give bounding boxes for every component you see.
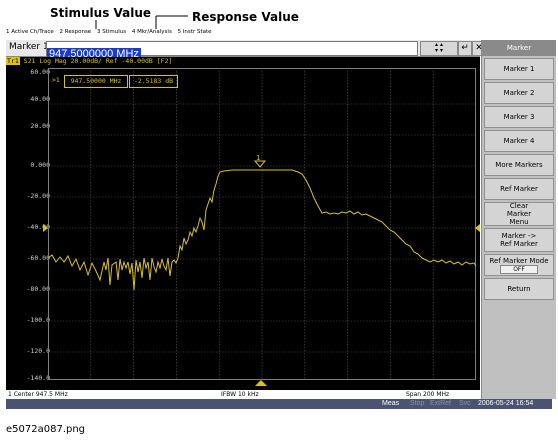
- softkey-label: Ref Marker Mode: [489, 256, 549, 265]
- center-marker-icon: [255, 380, 267, 386]
- softkey-label: Return: [507, 285, 531, 293]
- grid: [48, 68, 476, 380]
- marker-stimulus-readout: 947.50000 MHz: [64, 75, 128, 88]
- status-datetime: 2006-05-24 16:54: [478, 400, 534, 407]
- softkey-label: More Markers: [495, 161, 543, 169]
- softkey-label: Clear Marker Menu: [506, 202, 532, 226]
- span: Span 200 MHz: [406, 391, 450, 398]
- status-svc: Svc: [459, 400, 471, 407]
- softkey-ref-marker-mode[interactable]: Ref Marker Mode OFF: [484, 254, 554, 276]
- softkey-marker-2[interactable]: Marker 2: [484, 82, 554, 104]
- status-bar: Meas Stop ExtRef Svc 2006-05-24 16:54: [6, 399, 552, 409]
- softkey-label: Ref Marker: [500, 185, 538, 193]
- softkey-marker-to-ref[interactable]: Marker -> Ref Marker: [484, 228, 554, 252]
- softkey-label: Marker -> Ref Marker: [500, 232, 538, 248]
- softkey-label: Marker 3: [503, 113, 535, 121]
- softkey-value: OFF: [500, 264, 538, 274]
- softkey-clear-marker-menu[interactable]: Clear Marker Menu: [484, 202, 554, 226]
- bottom-info-bar: 1 Center 947.5 MHz IFBW 10 kHz Span 200 …: [6, 390, 480, 399]
- softkey-marker-1[interactable]: Marker 1: [484, 58, 554, 80]
- softkey-panel: Marker Marker 1 Marker 2 Marker 3 Marker…: [481, 40, 556, 399]
- marker-prefix: >1: [52, 76, 60, 84]
- status-meas: Meas: [382, 400, 400, 407]
- ifbw: IFBW 10 kHz: [221, 391, 259, 398]
- marker-response-readout: -2.5183 dB: [129, 75, 178, 88]
- softkey-label: Marker 1: [503, 65, 535, 73]
- status-stop: Stop: [410, 400, 425, 407]
- softkey-title: Marker: [482, 40, 556, 56]
- softkey-label: Marker 4: [503, 137, 535, 145]
- ref-level-left-icon: [43, 224, 48, 232]
- image-caption: e5072a087.png: [6, 424, 86, 435]
- softkey-ref-marker[interactable]: Ref Marker: [484, 178, 554, 200]
- marker-1-icon: 1: [253, 154, 267, 168]
- svg-text:1: 1: [256, 154, 260, 162]
- softkey-more-markers[interactable]: More Markers: [484, 154, 554, 176]
- softkey-return[interactable]: Return: [484, 278, 554, 300]
- ref-level-right-icon: [475, 224, 480, 232]
- trace-plot: 1: [43, 68, 480, 386]
- status-extref: ExtRef: [430, 400, 452, 407]
- center-frequency: 1 Center 947.5 MHz: [8, 391, 68, 398]
- softkey-label: Marker 2: [503, 89, 535, 97]
- softkey-marker-4[interactable]: Marker 4: [484, 130, 554, 152]
- softkey-marker-3[interactable]: Marker 3: [484, 106, 554, 128]
